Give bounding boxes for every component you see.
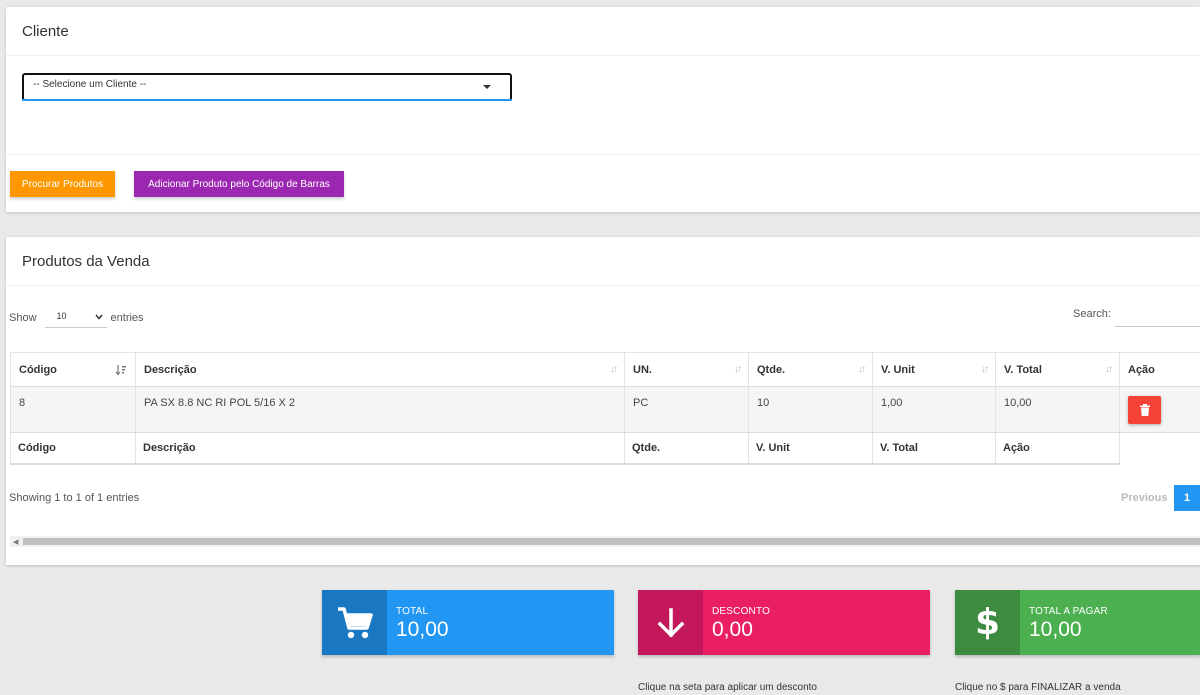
table-row: 8 PA SX 8.8 NC RI POL 5/16 X 2 PC 10 1,0… (10, 386, 1200, 433)
pagar-hint: Clique no $ para FINALIZAR a venda (955, 682, 1121, 693)
cell-vtotal: 10,00 (995, 386, 1120, 433)
entries-label: entries (110, 312, 144, 324)
table-footer-row: Código Descrição Qtde. V. Unit V. Total … (10, 432, 1200, 465)
produtos-table: Código Descrição ↓↑ UN. ↓↑ Qtde. ↓↑ V. Unit… (10, 352, 1200, 465)
scrollbar-thumb[interactable] (23, 538, 1200, 545)
table-header-row: Código Descrição ↓↑ UN. ↓↑ Qtde. ↓↑ V. Unit… (10, 352, 1200, 387)
desconto-value: 0,00 (712, 618, 753, 641)
horizontal-scrollbar[interactable]: ◀ (10, 536, 1200, 547)
col-acao: Ação (1119, 352, 1200, 387)
sort-icon: ↓↑ (610, 364, 618, 375)
page-1-button[interactable]: 1 (1174, 485, 1200, 511)
delete-button[interactable] (1128, 396, 1161, 424)
select-underline (22, 99, 512, 101)
foot-qtde: Qtde. (624, 432, 749, 465)
total-label: TOTAL (396, 606, 429, 617)
trash-icon (1139, 404, 1150, 416)
search-input[interactable] (1115, 303, 1200, 327)
foot-vtotal: V. Total (872, 432, 996, 465)
cell-codigo: 8 (10, 386, 136, 433)
cell-qtde: 10 (748, 386, 873, 433)
cliente-select[interactable]: -- Selecione um Cliente -- (22, 73, 512, 101)
total-box: TOTAL 10,00 (322, 590, 614, 655)
foot-acao: Ação (995, 432, 1120, 465)
cliente-title: Cliente (6, 7, 1200, 56)
col-vtotal[interactable]: V. Total ↓↑ (995, 352, 1120, 387)
sort-icon: ↓↑ (858, 364, 866, 375)
produtos-title: Produtos da Venda (6, 237, 1200, 286)
divider (6, 154, 1200, 155)
col-qtde[interactable]: Qtde. ↓↑ (748, 352, 873, 387)
desconto-box: DESCONTO 0,00 (638, 590, 930, 655)
col-un[interactable]: UN. ↓↑ (624, 352, 749, 387)
total-pagar-value: 10,00 (1029, 618, 1082, 641)
sort-icon: ↓↑ (981, 364, 989, 375)
foot-vunit: V. Unit (748, 432, 873, 465)
sort-asc-icon (115, 364, 127, 379)
total-pagar-label: TOTAL A PAGAR (1029, 606, 1108, 617)
search-label: Search: (1073, 308, 1111, 320)
cliente-select-value: -- Selecione um Cliente -- (33, 79, 147, 90)
dollar-icon[interactable]: $ (955, 590, 1020, 655)
cell-acao (1119, 386, 1200, 433)
chevron-down-icon (94, 312, 103, 322)
col-descricao[interactable]: Descrição ↓↑ (135, 352, 625, 387)
length-control: Show 10 entries (9, 308, 144, 328)
scroll-left-icon[interactable]: ◀ (13, 538, 18, 546)
cliente-card: Cliente -- Selecione um Cliente -- Procu… (6, 7, 1200, 212)
produtos-card: Produtos da Venda Show 10 entries Search… (6, 237, 1200, 565)
col-vunit[interactable]: V. Unit ↓↑ (872, 352, 996, 387)
total-value: 10,00 (396, 618, 449, 641)
sort-icon: ↓↑ (734, 364, 742, 375)
desconto-hint: Clique na seta para aplicar um desconto (638, 682, 817, 693)
foot-empty (1119, 432, 1200, 464)
shopping-cart-icon (322, 590, 387, 655)
foot-codigo: Código (10, 432, 136, 465)
show-label: Show (9, 312, 37, 324)
arrow-down-icon[interactable] (638, 590, 703, 655)
cell-un: PC (624, 386, 749, 433)
adicionar-codigo-barras-button[interactable]: Adicionar Produto pelo Código de Barras (134, 171, 344, 197)
desconto-label: DESCONTO (712, 606, 771, 617)
table-info: Showing 1 to 1 of 1 entries (9, 492, 140, 504)
length-value: 10 (56, 311, 67, 321)
caret-down-icon (483, 85, 491, 89)
total-pagar-box: $ TOTAL A PAGAR 10,00 (955, 590, 1200, 655)
previous-button[interactable]: Previous (1121, 492, 1167, 504)
col-codigo[interactable]: Código (10, 352, 136, 387)
sort-icon: ↓↑ (1105, 364, 1113, 375)
procurar-produtos-button[interactable]: Procurar Produtos (10, 171, 115, 197)
foot-descricao: Descrição (135, 432, 625, 465)
length-select[interactable]: 10 (44, 308, 107, 328)
cell-descricao: PA SX 8.8 NC RI POL 5/16 X 2 (135, 386, 625, 433)
cell-vunit: 1,00 (872, 386, 996, 433)
